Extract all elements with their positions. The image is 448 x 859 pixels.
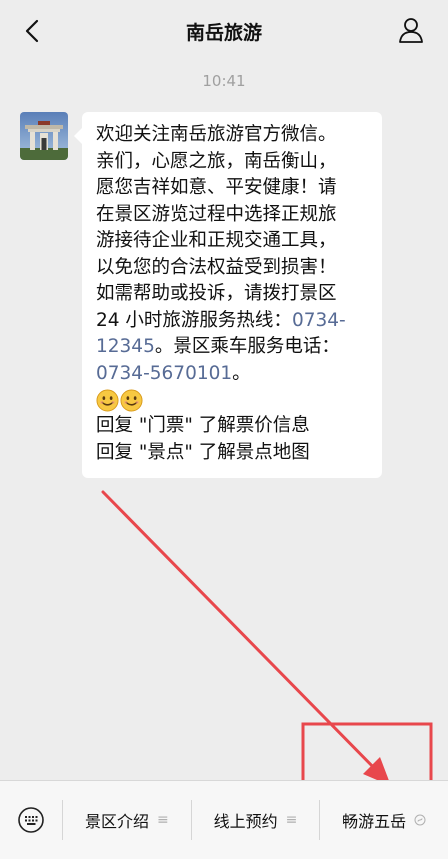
message-timestamp: 10:41 xyxy=(202,72,246,90)
message-line: 愿您吉祥如意、平安健康！请 xyxy=(96,177,337,198)
emoji-row xyxy=(96,387,368,413)
message-line: 欢迎关注南岳旅游官方微信。 xyxy=(96,124,337,145)
message-line: 以免您的合法权益受到损害！ xyxy=(96,256,337,278)
message-line: 12345。景区乘车服务电话： xyxy=(96,334,368,361)
message-line: 亲们，心愿之旅，南岳衡山， xyxy=(96,150,337,172)
menu-item-label: 畅游五岳 xyxy=(342,812,407,831)
menu-item-label: 景区介绍 xyxy=(84,812,149,831)
menu-item-label: 线上预约 xyxy=(213,812,278,831)
avatar[interactable] xyxy=(20,112,68,160)
reply-hint: 回复 "门票" 了解票价信息 xyxy=(96,415,310,436)
menu-item-online-booking[interactable]: 线上预约 ≡ xyxy=(190,800,320,840)
nav-bar: 南岳旅游 xyxy=(0,0,448,62)
annotation-arrow xyxy=(101,490,383,777)
page-title: 南岳旅游 xyxy=(185,22,262,44)
message-bubble: 欢迎关注南岳旅游官方微信。 亲们，心愿之旅，南岳衡山， 愿您吉祥如意、平安健康！… xyxy=(74,112,382,478)
custom-menu-bar: 景区介绍 ≡ 线上预约 ≡ 畅游五岳 xyxy=(0,780,448,859)
hotline-phone-link[interactable]: 0734- xyxy=(292,310,346,331)
reply-hint: 回复 "景点" 了解景点地图 xyxy=(96,441,310,463)
message-line: 游接待企业和正规交通工具， xyxy=(96,230,337,251)
message-line: 0734-5670101。 xyxy=(96,361,368,388)
smile-emoji xyxy=(96,388,119,412)
person-icon[interactable] xyxy=(396,15,426,45)
submenu-icon: ≡ xyxy=(156,812,169,828)
message-line: 如需帮助或投诉，请拨打景区 xyxy=(96,283,337,304)
submenu-icon: ≡ xyxy=(285,812,298,828)
message-line: 24 小时旅游服务热线：0734- xyxy=(96,308,368,335)
hotline-label: 24 小时旅游服务热线： xyxy=(96,309,292,331)
keyboard-icon[interactable] xyxy=(0,781,62,859)
bus-phone-label: 。景区乘车服务电话： xyxy=(154,336,340,357)
menu-item-tour-wuyue[interactable]: 畅游五岳 xyxy=(319,800,448,840)
message-punct: 。 xyxy=(232,362,251,384)
smile-emoji xyxy=(120,388,143,412)
menu-item-scenic-intro[interactable]: 景区介绍 ≡ xyxy=(62,800,191,840)
mini-program-icon xyxy=(414,814,426,826)
bus-phone-link[interactable]: 0734-5670101 xyxy=(96,363,232,384)
message-line: 在景区游览过程中选择正规旅 xyxy=(96,203,337,225)
hotline-phone-link[interactable]: 12345 xyxy=(96,336,155,357)
